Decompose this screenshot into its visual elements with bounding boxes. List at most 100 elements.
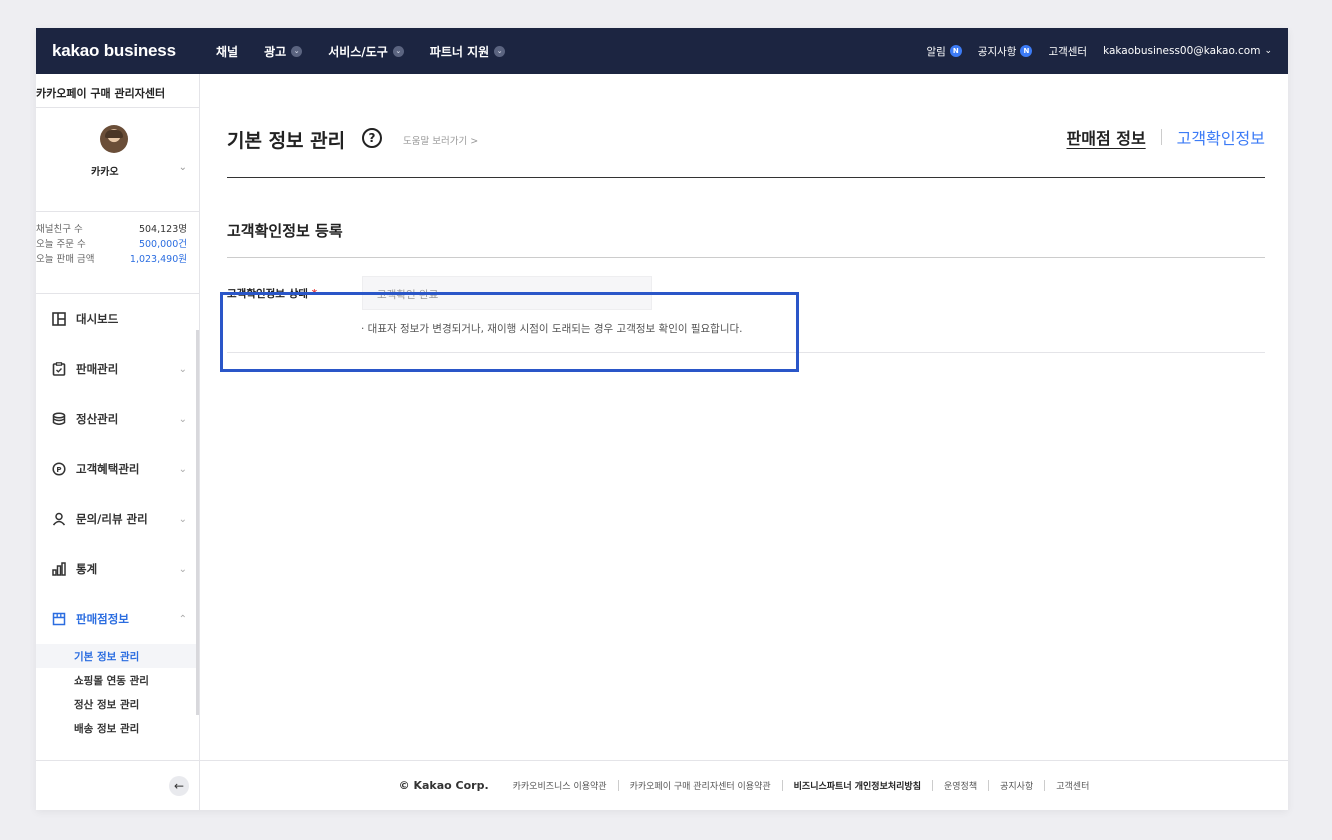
footer-link[interactable]: 공지사항: [1000, 779, 1033, 792]
footer-separator: [988, 780, 990, 791]
page-title: 기본 정보 관리: [227, 130, 346, 152]
sidebar-menu: 대시보드 판매관리 ⌄ 정산관리 ⌄ P 고객혜택관리 ⌄ 문의/리뷰 관리 ⌄…: [36, 294, 199, 740]
app-window: kakao business 채널 광고 ⌄ 서비스/도구 ⌄ 파트너 지원 ⌄…: [36, 28, 1288, 810]
sidebar-subitem-settlement-info[interactable]: 정산 정보 관리: [36, 692, 199, 716]
stat-value: 500,000건: [138, 239, 187, 250]
stat-row: 채널친구 수 504,123명: [36, 222, 199, 237]
sidebar-item-label: 판매관리: [76, 362, 119, 376]
profile-card[interactable]: 카카오 ⌄: [36, 108, 199, 212]
sidebar-footer: ←: [36, 760, 199, 810]
support-label: 고객센터: [1048, 45, 1088, 58]
alerts-label: 알림: [926, 45, 946, 58]
sidebar-title: 카카오페이 구매 관리자센터: [36, 74, 199, 108]
stat-row: 오늘 주문 수 500,000건: [36, 237, 199, 252]
alerts-link[interactable]: 알림 N: [926, 44, 962, 59]
sidebar-item-store-info[interactable]: 판매점정보 ⌃: [36, 594, 199, 644]
page-tabs: 판매점 정보 고객확인정보: [1067, 125, 1265, 149]
chevron-down-icon: ⌄: [178, 463, 187, 475]
chevron-down-icon: ⌄: [178, 413, 187, 425]
stat-label: 오늘 판매 금액: [36, 254, 95, 265]
chevron-down-icon: ⌄: [178, 563, 187, 575]
top-utility-menu: 알림 N 공지사항 N 고객센터 kakaobusiness00@kakao.c…: [926, 44, 1272, 59]
section-divider: [227, 257, 1265, 258]
chevron-down-icon: ⌄: [494, 45, 506, 57]
collapse-sidebar-button[interactable]: ←: [169, 776, 189, 796]
sidebar-item-customer-benefits[interactable]: P 고객혜택관리 ⌄: [36, 444, 199, 494]
support-link[interactable]: 고객센터: [1048, 44, 1087, 59]
top-navigation-bar: kakao business 채널 광고 ⌄ 서비스/도구 ⌄ 파트너 지원 ⌄…: [36, 28, 1288, 74]
person-icon: [52, 512, 66, 526]
chevron-down-icon: ⌄: [291, 45, 303, 57]
notice-label: 공지사항: [977, 45, 1017, 58]
form-label: 고객확인정보 상태 *: [227, 286, 317, 301]
sidebar-item-label: 판매점정보: [76, 612, 129, 626]
sidebar-scrollbar[interactable]: [196, 330, 199, 715]
footer-separator: [781, 780, 783, 791]
help-link[interactable]: 도움말 보러가기 >: [403, 133, 478, 147]
footer-link[interactable]: 카카오비즈니스 이용약관: [513, 779, 607, 792]
footer-link[interactable]: 운영정책: [944, 779, 977, 792]
sidebar-item-statistics[interactable]: 통계 ⌄: [36, 544, 199, 594]
required-mark: *: [311, 288, 318, 300]
sidebar-item-label: 고객혜택관리: [76, 462, 140, 476]
clipboard-icon: [52, 362, 66, 376]
database-icon: [52, 412, 66, 426]
arrow-left-icon: ←: [173, 779, 185, 793]
stat-row: 오늘 판매 금액 1,023,490원: [36, 252, 199, 267]
nav-services-tools[interactable]: 서비스/도구 ⌄: [328, 43, 404, 60]
sidebar-subitem-shipping-info[interactable]: 배송 정보 관리: [36, 716, 199, 740]
notice-link[interactable]: 공지사항 N: [978, 44, 1033, 59]
profile-name: 카카오: [91, 167, 119, 178]
footer-link[interactable]: 고객센터: [1056, 779, 1089, 792]
sidebar-item-dashboard[interactable]: 대시보드: [36, 294, 199, 344]
footer-link-privacy[interactable]: 비즈니스파트너 개인정보처리방침: [794, 779, 921, 792]
stat-label: 오늘 주문 수: [36, 239, 86, 250]
dashboard-icon: [52, 312, 66, 326]
new-badge: N: [949, 45, 962, 57]
sidebar-item-label: 문의/리뷰 관리: [76, 512, 148, 526]
stat-label: 채널친구 수: [36, 224, 83, 235]
sidebar-item-label: 통계: [76, 562, 98, 576]
sidebar-item-sales[interactable]: 판매관리 ⌄: [36, 344, 199, 394]
sidebar-subitem-basic-info[interactable]: 기본 정보 관리: [36, 644, 199, 668]
kakao-business-logo[interactable]: kakao business: [52, 41, 216, 61]
footer-separator: [1044, 780, 1046, 791]
footer: © Kakao Corp. 카카오비즈니스 이용약관 카카오페이 구매 관리자센…: [200, 760, 1288, 810]
sidebar-item-label: 대시보드: [76, 312, 119, 326]
sidebar: 카카오페이 구매 관리자센터 카카오 ⌄ 채널친구 수 504,123명 오늘 …: [36, 74, 200, 810]
nav-partner-support[interactable]: 파트너 지원 ⌄: [430, 43, 506, 60]
new-badge: N: [1020, 45, 1033, 57]
sidebar-item-label: 정산관리: [76, 412, 119, 426]
sidebar-item-inquiries-reviews[interactable]: 문의/리뷰 관리 ⌄: [36, 494, 199, 544]
chevron-down-icon: ⌄: [178, 363, 187, 375]
store-icon: [52, 612, 66, 626]
main-content: 기본 정보 관리 ? 도움말 보러가기 > 판매점 정보 고객확인정보 고객확인…: [200, 74, 1288, 810]
sidebar-item-settlement[interactable]: 정산관리 ⌄: [36, 394, 199, 444]
stat-value: 1,023,490원: [129, 254, 187, 265]
chevron-down-icon: ⌄: [1264, 46, 1272, 56]
tab-customer-verification[interactable]: 고객확인정보: [1177, 125, 1265, 149]
chevron-down-icon: ⌄: [392, 45, 404, 57]
stat-value: 504,123명: [138, 224, 187, 235]
nav-ads[interactable]: 광고 ⌄: [264, 43, 303, 60]
account-menu[interactable]: kakaobusiness00@kakao.com ⌄: [1103, 45, 1272, 57]
section-title: 고객확인정보 등록: [227, 222, 343, 240]
verification-status-row: 고객확인정보 상태 * 고객확인 완료 · 대표자 정보가 변경되거나, 재이행…: [227, 260, 1265, 353]
nav-channel-label: 채널: [216, 44, 239, 59]
sidebar-stats: 채널친구 수 504,123명 오늘 주문 수 500,000건 오늘 판매 금…: [36, 212, 199, 294]
chevron-down-icon: ⌄: [178, 513, 187, 525]
chevron-up-icon: ⌃: [178, 613, 187, 625]
point-icon: P: [52, 462, 66, 476]
footer-link[interactable]: 카카오페이 구매 관리자센터 이용약관: [630, 779, 771, 792]
bar-chart-icon: [52, 562, 66, 576]
verification-note: · 대표자 정보가 변경되거나, 재이행 시점이 도래되는 경우 고객정보 확인…: [361, 323, 743, 335]
nav-channel[interactable]: 채널: [216, 43, 238, 60]
verification-status-field: 고객확인 완료: [362, 276, 652, 310]
page-header: 기본 정보 관리 ? 도움말 보러가기 > 판매점 정보 고객확인정보: [227, 116, 1265, 178]
tab-store-info[interactable]: 판매점 정보: [1067, 125, 1146, 149]
help-icon[interactable]: ?: [362, 128, 382, 148]
nav-services-label: 서비스/도구: [328, 44, 388, 59]
sidebar-subitem-mall-integration[interactable]: 쇼핑몰 연동 관리: [36, 668, 199, 692]
form-label-text: 고객확인정보 상태: [227, 288, 308, 300]
chevron-down-icon[interactable]: ⌄: [179, 162, 187, 173]
